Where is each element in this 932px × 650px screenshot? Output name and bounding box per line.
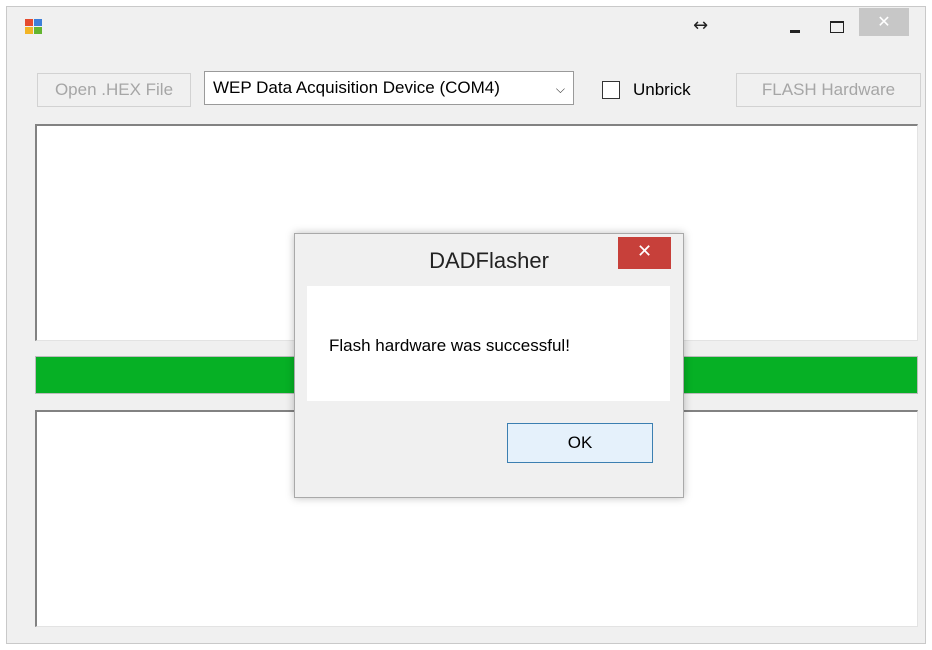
maximize-button[interactable] [819,13,853,41]
title-bar[interactable]: ↔ ✕ [7,7,925,47]
minimize-icon [790,30,800,33]
dialog-footer: OK [307,401,670,485]
app-icon[interactable] [25,19,43,35]
device-select-value: WEP Data Acquisition Device (COM4) [213,78,500,97]
close-icon: ✕ [636,241,653,262]
chevron-down-icon: ⌵ [555,82,565,96]
resize-arrows-icon: ↔ [693,15,709,36]
open-hex-file-button[interactable]: Open .HEX File [37,73,191,107]
dialog-body: Flash hardware was successful! [307,286,670,401]
device-select[interactable]: WEP Data Acquisition Device (COM4) ⌵ [204,71,574,105]
close-icon: ✕ [877,12,891,31]
unbrick-label[interactable]: Unbrick [633,80,691,100]
dialog-close-button[interactable]: ✕ [618,237,671,269]
unbrick-checkbox[interactable] [602,81,620,99]
minimize-button[interactable] [777,13,811,41]
message-dialog: DADFlasher ✕ Flash hardware was successf… [294,233,684,498]
dialog-message: Flash hardware was successful! [329,336,570,355]
ok-button[interactable]: OK [507,423,653,463]
close-button[interactable]: ✕ [859,8,909,36]
flash-hardware-button[interactable]: FLASH Hardware [736,73,921,107]
maximize-icon [830,21,844,33]
